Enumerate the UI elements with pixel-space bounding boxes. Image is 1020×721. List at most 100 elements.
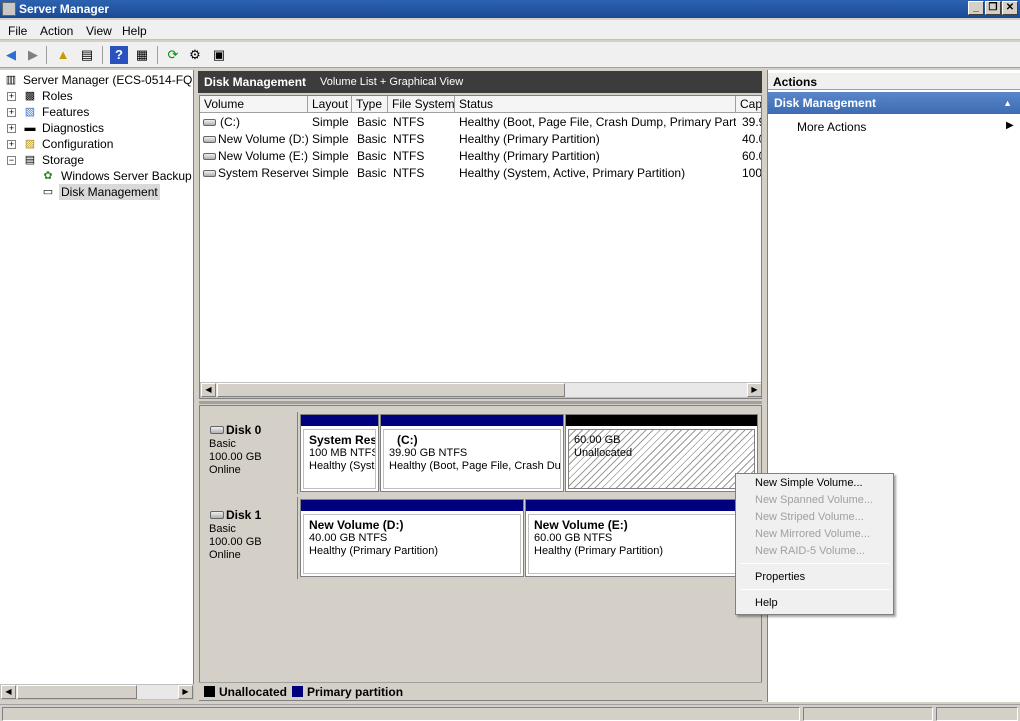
expand-icon[interactable]: + — [7, 108, 16, 117]
table-row[interactable]: New Volume (E:) Simple Basic NTFS Health… — [200, 148, 761, 165]
table-row[interactable]: New Volume (D:) Simple Basic NTFS Health… — [200, 131, 761, 148]
diagnostics-icon: ▬ — [24, 122, 36, 134]
menu-separator — [740, 589, 890, 590]
tree-node-label: Configuration — [42, 137, 114, 151]
menu-new-mirrored-volume[interactable]: New Mirrored Volume... — [737, 526, 892, 543]
submenu-arrow-icon: ▶ — [1006, 120, 1014, 131]
partition-c[interactable]: (C:) 39.90 GB NTFS Healthy (Boot, Page F… — [380, 414, 564, 492]
window-title: Server Manager — [19, 2, 110, 16]
column-type[interactable]: Type — [352, 96, 388, 113]
toolbar-separator — [46, 46, 47, 64]
tree-node-roles[interactable]: + ▩ Roles — [0, 88, 193, 104]
scroll-thumb[interactable] — [17, 685, 137, 699]
configuration-icon: ▨ — [24, 138, 36, 150]
cell-capacity: 100 — [742, 166, 762, 180]
settings-icon[interactable]: ⚙ — [186, 46, 204, 64]
storage-icon: ▤ — [24, 154, 36, 166]
cell-file-system: NTFS — [393, 132, 425, 146]
menu-new-spanned-volume[interactable]: New Spanned Volume... — [737, 492, 892, 509]
collapse-icon[interactable]: − — [7, 156, 16, 165]
cell-layout: Simple — [312, 115, 349, 129]
column-file-system[interactable]: File System — [388, 96, 455, 113]
tree-horizontal-scrollbar[interactable]: ◀ ▶ — [0, 684, 194, 700]
partition-system-reserved[interactable]: System Res 100 MB NTFS Healthy (Syst — [300, 414, 379, 492]
scroll-left-icon[interactable]: ◀ — [201, 383, 216, 397]
partition-body: New Volume (D:) 40.00 GB NTFS Healthy (P… — [303, 514, 521, 574]
cell-volume: System Reserved — [218, 166, 308, 180]
pane-splitter[interactable] — [199, 401, 762, 404]
tree-node-features[interactable]: + ▧ Features — [0, 104, 193, 120]
close-button[interactable]: ✕ — [1002, 1, 1018, 15]
scroll-right-icon[interactable]: ▶ — [178, 685, 193, 699]
center-pane-header: Disk Management Volume List + Graphical … — [198, 71, 762, 93]
cell-capacity: 40.0 — [742, 132, 761, 146]
server-manager-icon — [2, 2, 16, 16]
scroll-thumb[interactable] — [217, 383, 565, 397]
table-row[interactable]: System Reserved Simple Basic NTFS Health… — [200, 165, 762, 182]
menu-bar: File Action View Help — [0, 20, 1020, 40]
expand-icon[interactable]: + — [7, 140, 16, 149]
disk-1-label[interactable]: Disk 1 Basic 100.00 GB Online — [202, 497, 298, 579]
disk-name: Disk 1 — [226, 508, 262, 522]
tree-node-diagnostics[interactable]: + ▬ Diagnostics — [0, 120, 193, 136]
table-row[interactable]: (C:) Simple Basic NTFS Healthy (Boot, Pa… — [200, 114, 761, 131]
up-folder-icon[interactable]: ▲ — [54, 46, 72, 64]
collapse-up-icon[interactable]: ▲ — [1003, 98, 1012, 108]
disk-0-label[interactable]: Disk 0 Basic 100.00 GB Online — [202, 412, 298, 494]
cell-volume: (C:) — [220, 115, 240, 129]
menu-help[interactable]: Help — [122, 24, 147, 38]
forward-icon[interactable]: ▶ — [24, 46, 42, 64]
menu-new-raid5-volume[interactable]: New RAID-5 Volume... — [737, 543, 892, 560]
menu-properties[interactable]: Properties — [737, 569, 892, 586]
console-tree: ▥ Server Manager (ECS-0514-FQY-00 + ▩ Ro… — [0, 70, 194, 684]
show-hide-console-tree-icon[interactable]: ▤ — [78, 46, 96, 64]
title-bar: Server Manager _ ❐ ✕ — [0, 0, 1020, 18]
partition-status: Unallocated — [574, 447, 633, 459]
menu-new-simple-volume[interactable]: New Simple Volume... — [737, 475, 892, 492]
restore-button[interactable]: ❐ — [985, 1, 1001, 15]
toolbar: ◀ ▶ ▲ ▤ ? ▦ ⟳ ⚙ ▣ — [0, 42, 1020, 68]
expand-icon[interactable]: + — [7, 92, 16, 101]
volume-list-horizontal-scrollbar[interactable]: ◀ ▶ — [200, 382, 761, 398]
expand-icon[interactable]: + — [7, 124, 16, 133]
menu-new-striped-volume[interactable]: New Striped Volume... — [737, 509, 892, 526]
column-layout[interactable]: Layout — [308, 96, 352, 113]
partition-detail: 40.00 GB NTFS — [309, 532, 388, 544]
column-status[interactable]: Status — [455, 96, 736, 113]
legend: Unallocated Primary partition — [199, 682, 762, 700]
menu-help-item[interactable]: Help — [737, 595, 892, 612]
cell-status: Healthy (System, Active, Primary Partiti… — [459, 166, 686, 180]
tree-node-disk-management[interactable]: ▭ Disk Management — [0, 184, 193, 200]
partition-body: 60.00 GB Unallocated — [568, 429, 755, 489]
more-actions-item[interactable]: More Actions ▶ — [768, 118, 1020, 136]
scroll-right-icon[interactable]: ▶ — [747, 383, 761, 397]
disk-icon[interactable]: ▣ — [210, 46, 228, 64]
column-volume[interactable]: Volume — [200, 96, 308, 113]
properties-icon[interactable]: ▦ — [133, 46, 151, 64]
tree-node-configuration[interactable]: + ▨ Configuration — [0, 136, 193, 152]
column-capacity[interactable]: Cap — [736, 96, 761, 113]
partition-d[interactable]: New Volume (D:) 40.00 GB NTFS Healthy (P… — [300, 499, 524, 577]
scroll-left-icon[interactable]: ◀ — [1, 685, 16, 699]
menu-file[interactable]: File — [8, 24, 27, 38]
disk-type: Basic — [209, 438, 236, 450]
cell-type: Basic — [357, 166, 387, 180]
tree-node-windows-server-backup[interactable]: ✿ Windows Server Backup — [0, 168, 193, 184]
menu-separator — [740, 563, 890, 564]
backup-icon: ✿ — [43, 170, 53, 182]
disk-management-icon: ▭ — [42, 186, 54, 198]
back-icon[interactable]: ◀ — [2, 46, 20, 64]
menu-action[interactable]: Action — [40, 24, 73, 38]
actions-section-disk-management[interactable]: Disk Management ▲ — [768, 92, 1020, 114]
roles-icon: ▩ — [24, 90, 36, 102]
partition-status: Healthy (Syst — [309, 460, 375, 472]
drive-icon — [203, 119, 216, 126]
partition-unallocated[interactable]: 60.00 GB Unallocated — [565, 414, 758, 492]
refresh-icon[interactable]: ⟳ — [164, 46, 182, 64]
help-icon[interactable]: ? — [110, 46, 128, 64]
menu-view[interactable]: View — [86, 24, 112, 38]
minimize-button[interactable]: _ — [968, 1, 984, 15]
tree-node-storage[interactable]: − ▤ Storage — [0, 152, 193, 168]
partition-e[interactable]: New Volume (E:) 60.00 GB NTFS Healthy (P… — [525, 499, 758, 577]
partition-body: New Volume (E:) 60.00 GB NTFS Healthy (P… — [528, 514, 755, 574]
